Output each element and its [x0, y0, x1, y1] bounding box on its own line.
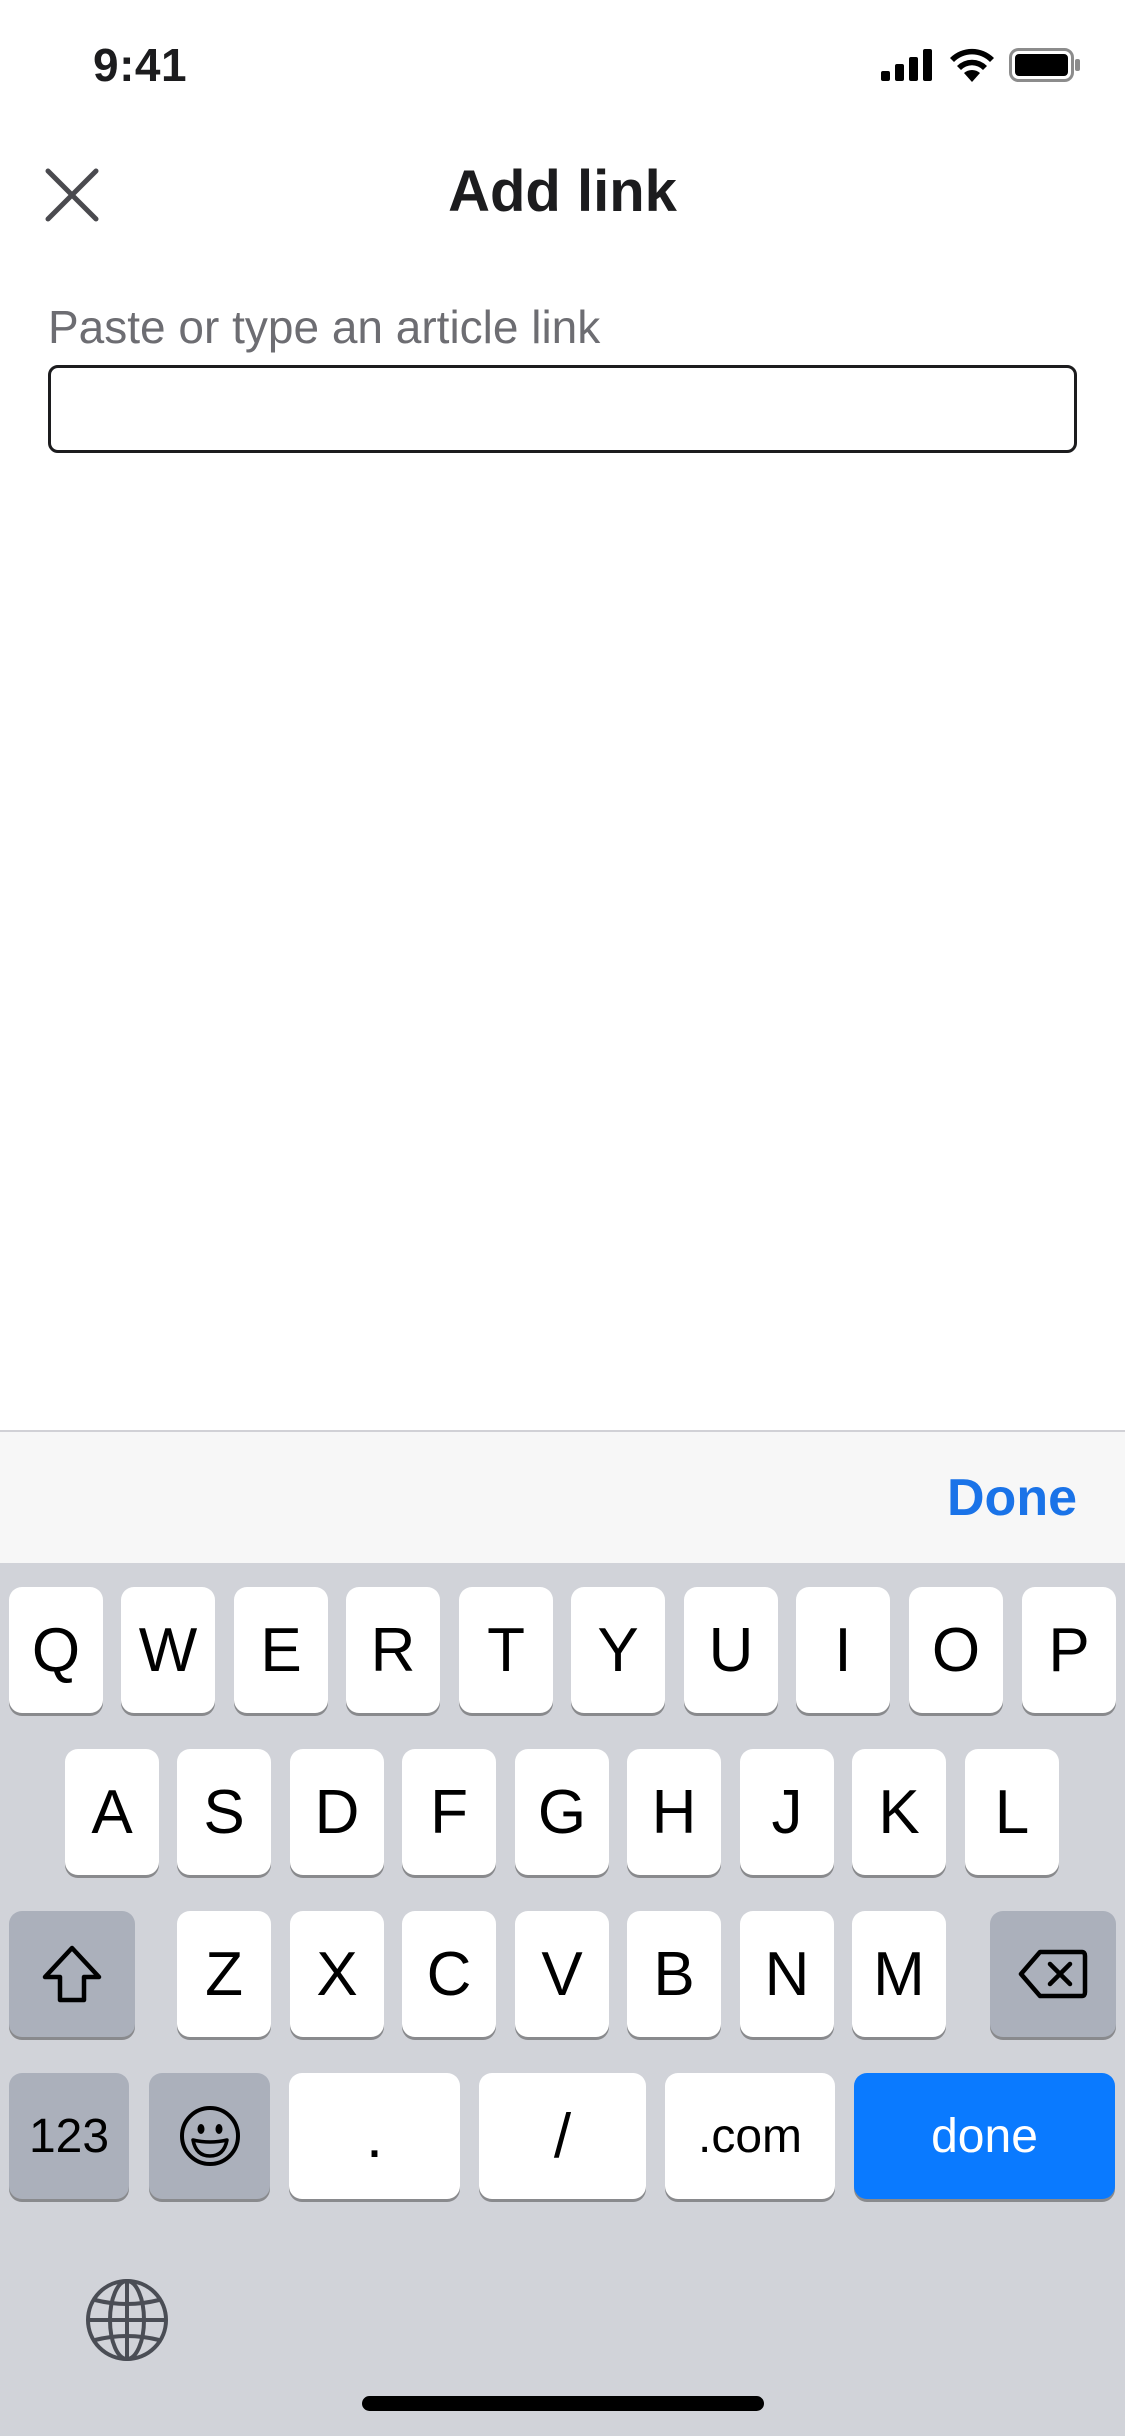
globe-button[interactable] [82, 2275, 172, 2365]
keyboard-accessory-bar: Done [0, 1430, 1125, 1563]
key-q[interactable]: Q [9, 1587, 103, 1713]
emoji-icon [179, 2106, 240, 2166]
key-o[interactable]: O [909, 1587, 1003, 1713]
home-indicator [362, 2396, 764, 2411]
key-b[interactable]: B [627, 1911, 721, 2037]
backspace-key[interactable] [990, 1911, 1116, 2037]
key-m[interactable]: M [852, 1911, 946, 2037]
status-time: 9:41 [93, 39, 188, 91]
shift-key[interactable] [9, 1911, 135, 2037]
key-d[interactable]: D [290, 1749, 384, 1875]
key-n[interactable]: N [740, 1911, 834, 2037]
key-w[interactable]: W [121, 1587, 215, 1713]
key-y[interactable]: Y [571, 1587, 665, 1713]
key-f[interactable]: F [402, 1749, 496, 1875]
key-z[interactable]: Z [177, 1911, 271, 2037]
key-j[interactable]: J [740, 1749, 834, 1875]
status-icons [881, 48, 1081, 82]
wifi-icon [950, 48, 994, 82]
shift-icon [42, 1945, 102, 2003]
battery-icon [1009, 48, 1080, 82]
key-i[interactable]: I [796, 1587, 890, 1713]
keyboard-done-key[interactable]: done [854, 2073, 1115, 2199]
key-r[interactable]: R [346, 1587, 440, 1713]
emoji-key[interactable] [149, 2073, 270, 2199]
link-field-label: Paste or type an article link [48, 301, 601, 353]
dotcom-key[interactable]: .com [665, 2073, 835, 2199]
key-v[interactable]: V [515, 1911, 609, 2037]
key-x[interactable]: X [290, 1911, 384, 2037]
link-input[interactable] [48, 365, 1077, 453]
key-t[interactable]: T [459, 1587, 553, 1713]
done-button[interactable]: Done [947, 1468, 1077, 1528]
key-u[interactable]: U [684, 1587, 778, 1713]
key-s[interactable]: S [177, 1749, 271, 1875]
key-g[interactable]: G [515, 1749, 609, 1875]
dot-key[interactable]: . [289, 2073, 460, 2199]
key-h[interactable]: H [627, 1749, 721, 1875]
key-e[interactable]: E [234, 1587, 328, 1713]
numbers-key[interactable]: 123 [9, 2073, 129, 2199]
backspace-icon [1018, 1949, 1088, 1999]
cellular-signal-icon [881, 49, 932, 81]
globe-icon [86, 2279, 168, 2361]
key-c[interactable]: C [402, 1911, 496, 2037]
slash-key[interactable]: / [479, 2073, 646, 2199]
status-bar: 9:41 [0, 0, 1125, 132]
key-p[interactable]: P [1022, 1587, 1116, 1713]
key-l[interactable]: L [965, 1749, 1059, 1875]
page-title: Add link [448, 159, 677, 224]
key-a[interactable]: A [65, 1749, 159, 1875]
key-k[interactable]: K [852, 1749, 946, 1875]
